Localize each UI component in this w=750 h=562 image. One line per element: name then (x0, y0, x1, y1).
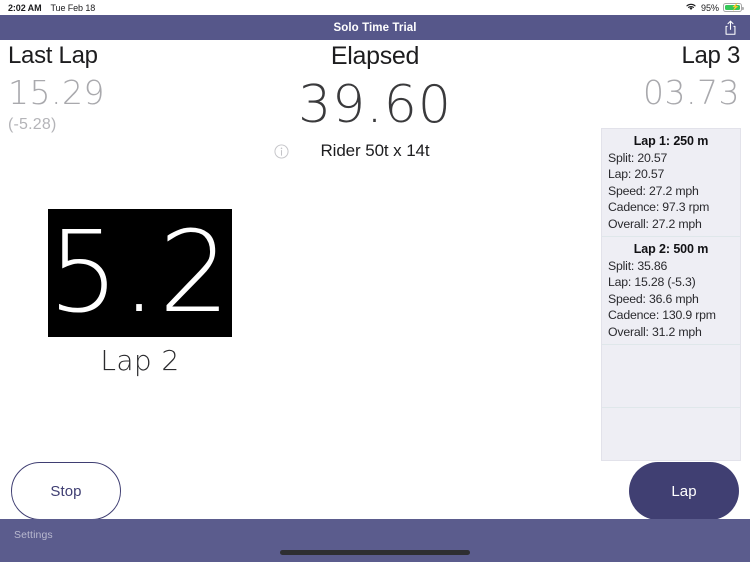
lap-item-title: Lap 1: 250 m (633, 134, 709, 148)
current-lap-readout: Lap 3 03.73 (643, 40, 740, 114)
lap-list-item[interactable]: Lap 1: 250 m Split: 20.57 Lap: 20.57 Spe… (602, 129, 740, 238)
stop-button[interactable]: Stop (11, 462, 121, 520)
status-bar-right: 95% ⚡ (685, 2, 744, 13)
stop-button-label: Stop (50, 482, 82, 500)
home-indicator[interactable] (280, 550, 470, 555)
bottom-bar: Settings (0, 519, 750, 562)
status-date: Tue Feb 18 (50, 2, 96, 13)
current-lap-value: 03.73 (643, 73, 740, 112)
lap-list-panel[interactable]: Lap 1: 250 m Split: 20.57 Lap: 20.57 Spe… (601, 128, 741, 461)
lap-item-split: Split: 35.86 (608, 259, 668, 274)
lap-item-speed: Speed: 36.6 mph (608, 291, 699, 306)
info-circle-icon[interactable] (272, 142, 290, 160)
lap-button-label: Lap (671, 482, 697, 500)
status-bar-left: 2:02 AM Tue Feb 18 (8, 3, 95, 13)
lap-item-title: Lap 2: 500 m (633, 242, 709, 257)
battery-percent: 95% (700, 2, 719, 13)
countdown-label: Lap 2 (100, 344, 180, 377)
elapsed-label: Elapsed (330, 42, 420, 70)
app-root: 2:02 AM Tue Feb 18 95% ⚡ Solo Time Trial (0, 0, 750, 562)
current-lap-label: Lap 3 (681, 42, 740, 69)
lap-item-speed: Speed: 27.2 mph (608, 183, 699, 198)
title-bar: Solo Time Trial (0, 15, 750, 40)
lap-item-lap: Lap: 15.28 (-5.3) (608, 275, 696, 290)
lap-item-split: Split: 20.57 (608, 151, 668, 165)
wifi-icon (685, 2, 697, 13)
battery-bolt-icon: ⚡ (731, 4, 740, 12)
status-bar: 2:02 AM Tue Feb 18 95% ⚡ (0, 0, 750, 15)
countdown-box: 5.2 (48, 209, 232, 337)
lap-item-overall: Overall: 27.2 mph (608, 216, 702, 231)
lap-item-cadence: Cadence: 130.9 rpm (608, 308, 716, 323)
share-icon[interactable] (720, 18, 740, 38)
lap-list-item[interactable]: Lap 2: 500 m Split: 35.86 Lap: 15.28 (-5… (602, 237, 740, 346)
gearing-label: Rider 50t x 14t (320, 141, 430, 160)
lap-item-cadence: Cadence: 97.3 rpm (608, 200, 710, 215)
status-time: 2:02 AM (8, 2, 42, 13)
lap-list-empty-row (602, 345, 740, 409)
battery-icon: ⚡ (723, 2, 744, 13)
page-title: Solo Time Trial (333, 21, 417, 34)
lap-item-overall: Overall: 31.2 mph (608, 324, 702, 339)
countdown-panel: 5.2 Lap 2 (48, 209, 232, 377)
countdown-value: 5.2 (48, 209, 232, 337)
lap-item-lap: Lap: 20.57 (608, 167, 665, 182)
lap-button[interactable]: Lap (629, 462, 739, 520)
settings-button[interactable]: Settings (14, 529, 53, 541)
